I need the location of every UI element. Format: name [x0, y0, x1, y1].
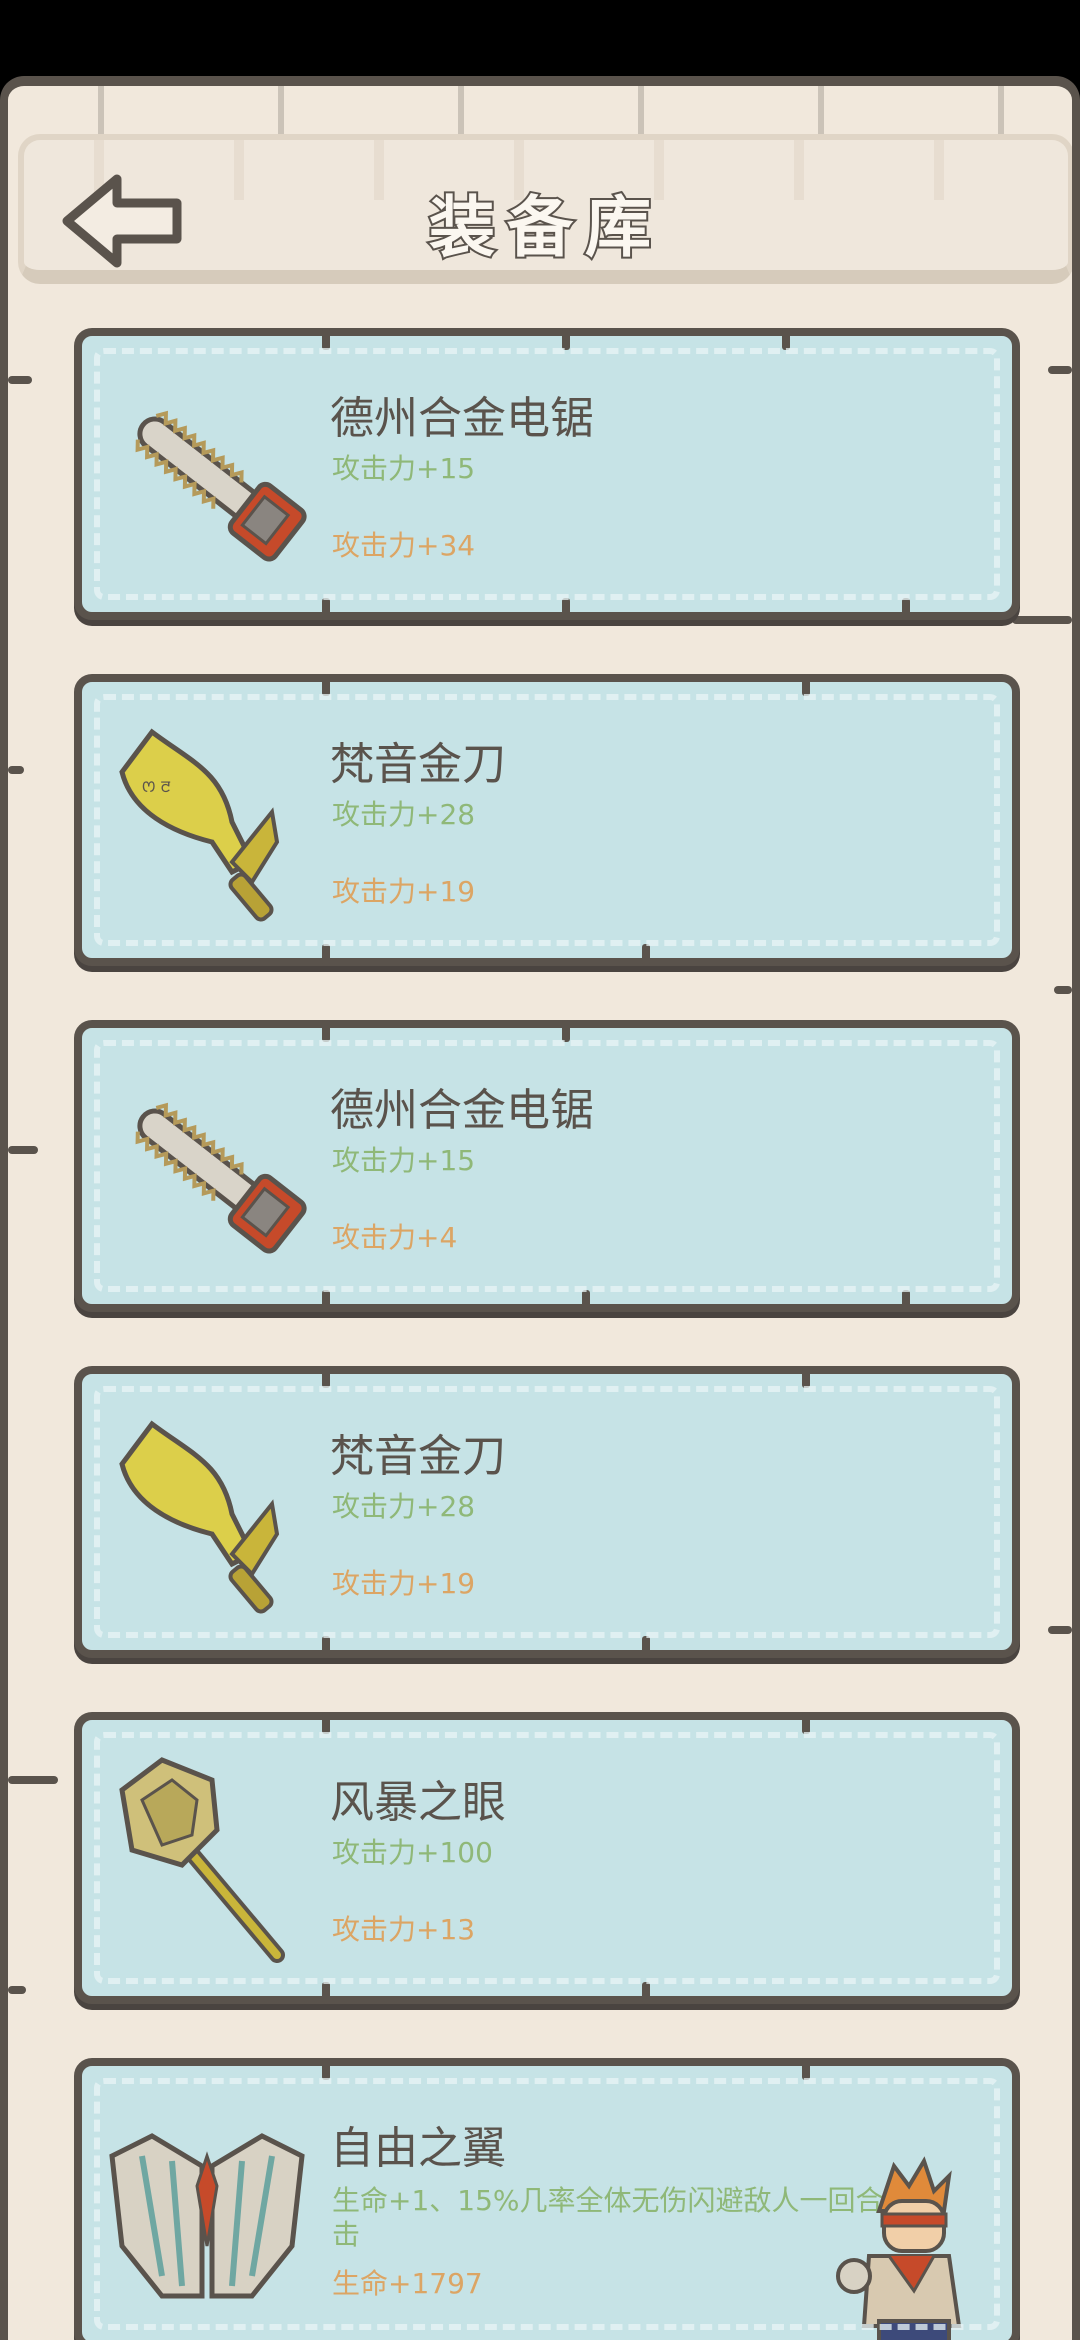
- page-title: 装备库: [427, 187, 663, 268]
- frame-tick: [8, 766, 24, 774]
- equipment-stat-secondary: 攻击力+4: [332, 1221, 458, 1254]
- equipment-stat-primary: 攻击力+28: [332, 1490, 476, 1523]
- equipment-stat-secondary: 攻击力+19: [332, 875, 476, 908]
- equipment-name: 风暴之眼: [330, 1777, 506, 1828]
- frame-tick: [1048, 1626, 1072, 1634]
- equipment-stat-secondary: 攻击力+13: [332, 1913, 476, 1946]
- frame-tick: [1012, 616, 1072, 624]
- header-bar: 装备库: [18, 134, 1072, 284]
- golden-blade-icon: ꯁ ꯂ: [119, 728, 280, 922]
- equipment-card[interactable]: ꯁ ꯂ 梵音金刀 攻击力+28 攻击力+19: [74, 674, 1020, 966]
- equipment-card[interactable]: 自由之翼 生命+1、15%几率全体无伤闪避敌人一回合击 生命+1797: [74, 2058, 1020, 2340]
- frame-tick: [8, 1776, 58, 1784]
- hero-character-icon: [836, 2156, 962, 2340]
- svg-text:ꯁ ꯂ: ꯁ ꯂ: [142, 777, 171, 796]
- equipment-card[interactable]: 德州合金电锯 攻击力+15 攻击力+4: [74, 1020, 1020, 1312]
- wings-icon: [109, 2133, 305, 2299]
- status-bar: [0, 0, 1080, 76]
- equipment-stat-primary: 攻击力+15: [332, 452, 476, 485]
- equipment-stat-secondary: 攻击力+34: [332, 529, 476, 562]
- equipment-name: 梵音金刀: [330, 739, 506, 790]
- equipment-card[interactable]: 德州合金电锯 攻击力+15 攻击力+34: [74, 328, 1020, 620]
- equipment-name: 德州合金电锯: [330, 1085, 594, 1136]
- equipment-panel: 装备库 德州合金电锯 攻击力+15 攻击力+34 ꯁ ꯂ 梵音金刀 攻击力+28…: [0, 76, 1080, 2340]
- golden-blade-icon: [119, 1420, 280, 1614]
- frame-tick: [8, 376, 32, 384]
- equipment-stat-primary: 攻击力+15: [332, 1144, 476, 1177]
- frame-tick: [8, 1146, 38, 1154]
- equipment-name: 德州合金电锯: [330, 393, 594, 444]
- equipment-stat-primary: 攻击力+100: [332, 1836, 493, 1869]
- equipment-stat-secondary: 生命+1797: [332, 2267, 483, 2300]
- frame-tick: [8, 1986, 26, 1994]
- frame-tick: [1054, 986, 1072, 994]
- equipment-stat-primary: 生命+1、15%几率全体无伤闪避敌人一回合击: [332, 2184, 884, 2251]
- equipment-stat-secondary: 攻击力+19: [332, 1567, 476, 1600]
- equipment-name: 自由之翼: [330, 2123, 506, 2174]
- equipment-name: 梵音金刀: [330, 1431, 506, 1482]
- chainsaw-icon: [135, 1102, 307, 1254]
- mace-icon: [119, 1757, 285, 1963]
- chainsaw-icon: [135, 410, 307, 562]
- equipment-stat-primary: 攻击力+28: [332, 798, 476, 831]
- frame-tick: [1048, 366, 1072, 374]
- equipment-card[interactable]: 风暴之眼 攻击力+100 攻击力+13: [74, 1712, 1020, 2004]
- equipment-card[interactable]: 梵音金刀 攻击力+28 攻击力+19: [74, 1366, 1020, 1658]
